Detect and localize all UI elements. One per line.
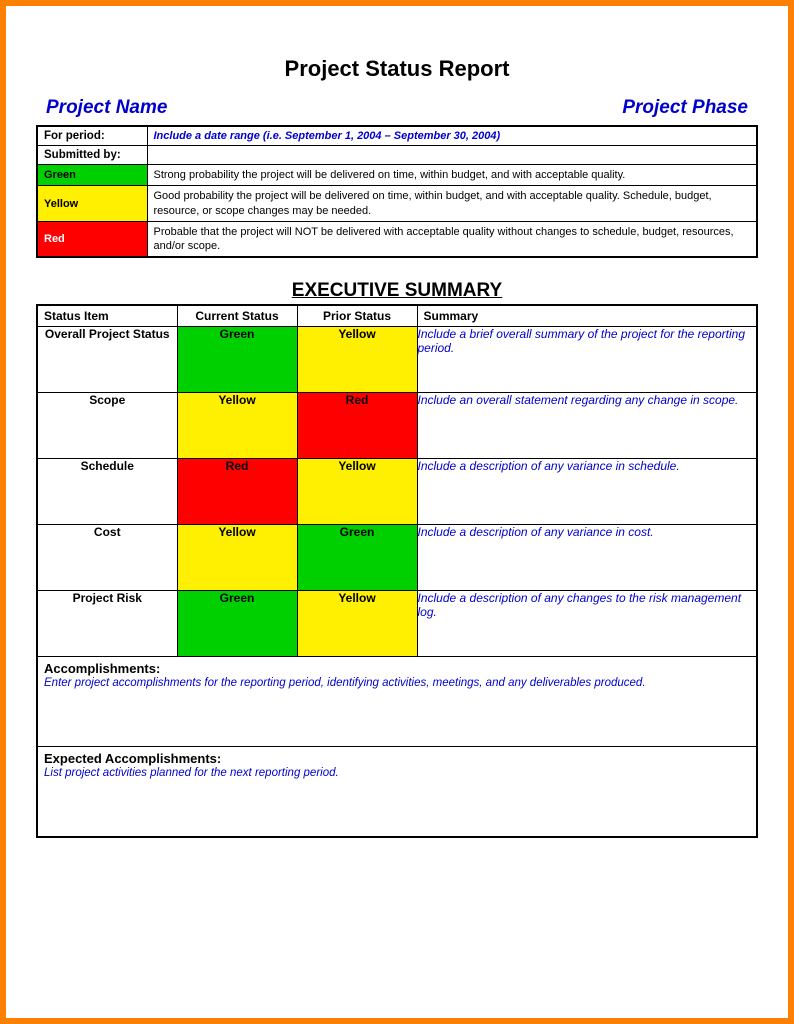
page-title: Project Status Report [36, 56, 758, 82]
prior-status-cell: Yellow [297, 591, 417, 657]
table-row: Project Risk Green Yellow Include a desc… [37, 591, 757, 657]
prior-status-cell: Yellow [297, 459, 417, 525]
summary-cell: Include a description of any variance in… [417, 459, 757, 525]
executive-summary-title: EXECUTIVE SUMMARY [36, 280, 758, 302]
expected-title: Expected Accomplishments: [44, 751, 750, 766]
header-current-status: Current Status [177, 305, 297, 327]
project-phase-label: Project Phase [622, 97, 748, 119]
exec-header-row: Status Item Current Status Prior Status … [37, 305, 757, 327]
for-period-value: Include a date range (i.e. September 1, … [147, 126, 757, 146]
table-row: Schedule Red Yellow Include a descriptio… [37, 459, 757, 525]
for-period-row: For period: Include a date range (i.e. S… [37, 126, 757, 146]
legend-red-label: Red [37, 221, 147, 257]
accomplishments-text: Enter project accomplishments for the re… [44, 677, 750, 689]
current-status-cell: Green [177, 591, 297, 657]
expected-text: List project activities planned for the … [44, 767, 750, 779]
table-row: Scope Yellow Red Include an overall stat… [37, 393, 757, 459]
legend-yellow-desc: Good probability the project will be del… [147, 186, 757, 222]
for-period-label: For period: [37, 126, 147, 146]
header-summary: Summary [417, 305, 757, 327]
project-name-label: Project Name [46, 97, 167, 119]
summary-cell: Include a brief overall summary of the p… [417, 327, 757, 393]
status-item-overall: Overall Project Status [37, 327, 177, 393]
prior-status-cell: Yellow [297, 327, 417, 393]
submitted-by-value [147, 146, 757, 165]
header-status-item: Status Item [37, 305, 177, 327]
table-row: Overall Project Status Green Yellow Incl… [37, 327, 757, 393]
legend-row-yellow: Yellow Good probability the project will… [37, 186, 757, 222]
summary-cell: Include a description of any variance in… [417, 525, 757, 591]
legend-red-desc: Probable that the project will NOT be de… [147, 221, 757, 257]
submitted-by-label: Submitted by: [37, 146, 147, 165]
current-status-cell: Red [177, 459, 297, 525]
current-status-cell: Yellow [177, 393, 297, 459]
status-item-risk: Project Risk [37, 591, 177, 657]
summary-cell: Include an overall statement regarding a… [417, 393, 757, 459]
executive-summary-table: Status Item Current Status Prior Status … [36, 304, 758, 838]
prior-status-cell: Green [297, 525, 417, 591]
prior-status-cell: Red [297, 393, 417, 459]
accomplishments-row: Accomplishments: Enter project accomplis… [37, 657, 757, 747]
current-status-cell: Green [177, 327, 297, 393]
header-prior-status: Prior Status [297, 305, 417, 327]
status-item-scope: Scope [37, 393, 177, 459]
legend-green-desc: Strong probability the project will be d… [147, 165, 757, 186]
status-item-cost: Cost [37, 525, 177, 591]
legend-yellow-label: Yellow [37, 186, 147, 222]
info-table: For period: Include a date range (i.e. S… [36, 125, 758, 258]
table-row: Cost Yellow Green Include a description … [37, 525, 757, 591]
legend-row-green: Green Strong probability the project wil… [37, 165, 757, 186]
header-row: Project Name Project Phase [36, 97, 758, 125]
accomplishments-title: Accomplishments: [44, 661, 750, 676]
status-item-schedule: Schedule [37, 459, 177, 525]
legend-green-label: Green [37, 165, 147, 186]
submitted-by-row: Submitted by: [37, 146, 757, 165]
legend-row-red: Red Probable that the project will NOT b… [37, 221, 757, 257]
expected-accomplishments-row: Expected Accomplishments: List project a… [37, 747, 757, 837]
current-status-cell: Yellow [177, 525, 297, 591]
summary-cell: Include a description of any changes to … [417, 591, 757, 657]
